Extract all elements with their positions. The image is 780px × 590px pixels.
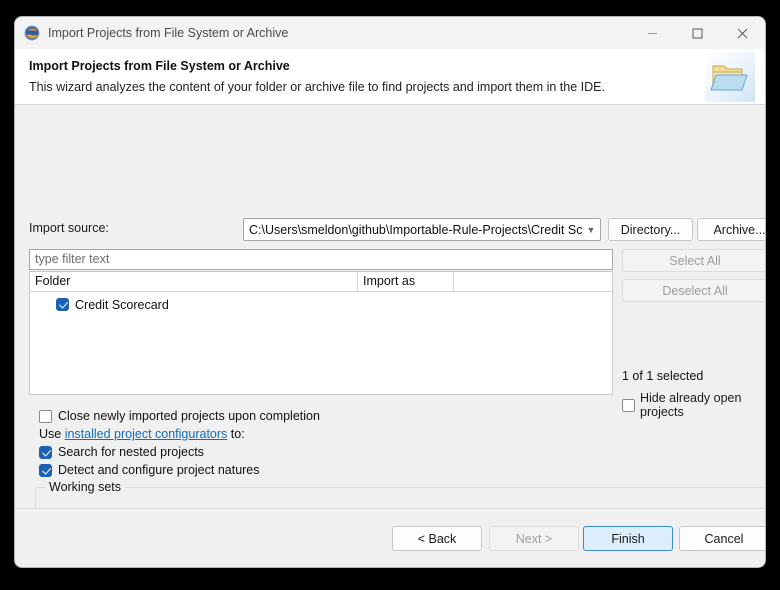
- import-source-row: Import source: C:\Users\smeldon\github\I…: [29, 218, 751, 241]
- import-source-combo[interactable]: C:\Users\smeldon\github\Importable-Rule-…: [243, 218, 601, 241]
- wizard-body: Import source: C:\Users\smeldon\github\I…: [15, 105, 765, 508]
- tree-rows: Credit Scorecard: [30, 292, 612, 314]
- detect-natures-label: Detect and configure project natures: [58, 463, 260, 477]
- projects-tree[interactable]: Folder Import as Credit Scorecard: [29, 271, 613, 395]
- window-title: Import Projects from File System or Arch…: [48, 26, 630, 40]
- hide-open-checkbox-box[interactable]: [622, 399, 635, 412]
- search-nested-checkbox-box[interactable]: [39, 446, 52, 459]
- configurators-prefix: Use: [39, 427, 65, 441]
- minimize-button[interactable]: [630, 18, 675, 49]
- hide-open-label: Hide already open projects: [640, 391, 765, 419]
- close-button[interactable]: [720, 18, 765, 49]
- installed-project-configurators-link[interactable]: installed project configurators: [65, 427, 228, 441]
- row-checkbox[interactable]: [56, 298, 69, 311]
- select-all-button[interactable]: Select All: [622, 249, 766, 272]
- title-bar: Import Projects from File System or Arch…: [15, 17, 765, 49]
- hide-already-open-projects-checkbox[interactable]: Hide already open projects: [622, 391, 765, 419]
- search-nested-label: Search for nested projects: [58, 445, 204, 459]
- tree-header: Folder Import as: [30, 272, 612, 292]
- column-header-import-as[interactable]: Import as: [358, 272, 454, 291]
- detect-natures-checkbox-box[interactable]: [39, 464, 52, 477]
- search-nested-projects-checkbox[interactable]: Search for nested projects: [39, 445, 204, 459]
- column-header-blank[interactable]: [454, 272, 612, 291]
- folder-import-icon: [705, 52, 755, 102]
- filter-input[interactable]: type filter text: [29, 249, 613, 270]
- table-row[interactable]: Credit Scorecard: [30, 295, 612, 314]
- selected-count-label: 1 of 1 selected: [622, 369, 703, 383]
- page-description: This wizard analyzes the content of your…: [29, 80, 751, 94]
- maximize-button[interactable]: [675, 18, 720, 49]
- finish-button[interactable]: Finish: [583, 526, 673, 551]
- import-source-value: C:\Users\smeldon\github\Importable-Rule-…: [244, 223, 582, 237]
- close-imported-projects-checkbox[interactable]: Close newly imported projects upon compl…: [39, 409, 320, 423]
- configurators-line: Use installed project configurators to:: [39, 427, 245, 441]
- archive-button[interactable]: Archive...: [697, 218, 766, 241]
- dialog-footer: < Back Next > Finish Cancel: [15, 508, 765, 567]
- deselect-all-button[interactable]: Deselect All: [622, 279, 766, 302]
- chevron-down-icon: ▼: [582, 225, 600, 235]
- detect-project-natures-checkbox[interactable]: Detect and configure project natures: [39, 463, 260, 477]
- back-button[interactable]: < Back: [392, 526, 482, 551]
- close-imported-checkbox-box[interactable]: [39, 410, 52, 423]
- working-sets-group-title: Working sets: [45, 480, 125, 494]
- close-imported-label: Close newly imported projects upon compl…: [58, 409, 320, 423]
- column-header-folder[interactable]: Folder: [30, 272, 358, 291]
- row-folder-label: Credit Scorecard: [75, 298, 169, 312]
- import-projects-dialog: Import Projects from File System or Arch…: [14, 16, 766, 568]
- configurators-suffix: to:: [227, 427, 244, 441]
- page-title: Import Projects from File System or Arch…: [29, 59, 751, 73]
- cancel-button[interactable]: Cancel: [679, 526, 766, 551]
- eclipse-icon: [24, 25, 40, 41]
- next-button[interactable]: Next >: [489, 526, 579, 551]
- wizard-header: Import Projects from File System or Arch…: [15, 49, 765, 105]
- directory-button[interactable]: Directory...: [608, 218, 693, 241]
- import-source-label: Import source:: [29, 221, 109, 235]
